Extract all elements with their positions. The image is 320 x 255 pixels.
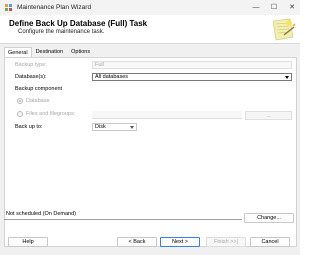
databases-dropdown[interactable]: All databases — [92, 73, 292, 81]
backup-type-value: Full — [95, 62, 104, 68]
database-radio[interactable] — [17, 98, 23, 104]
help-button[interactable]: Help — [8, 237, 48, 247]
wizard-illustration-icon — [272, 18, 296, 41]
schedule-text: Not scheduled (On Demand) — [6, 211, 77, 217]
next-button[interactable]: Next > — [160, 237, 200, 247]
chevron-down-icon[interactable] — [285, 76, 289, 79]
back-button[interactable]: < Back — [117, 237, 157, 247]
browse-files-button[interactable]: ... — [245, 111, 292, 120]
cancel-button[interactable]: Cancel — [250, 237, 290, 247]
backup-type-label: Backup type: — [15, 62, 47, 68]
tab-options[interactable]: Options — [67, 47, 94, 57]
window-title: Maintenance Plan Wizard — [17, 4, 92, 11]
window-titlebar: Maintenance Plan Wizard — ☐ ✕ — [0, 0, 300, 15]
close-icon[interactable]: ✕ — [288, 3, 296, 11]
window-controls: — ☐ ✕ — [252, 3, 296, 11]
maximize-icon[interactable]: ☐ — [270, 3, 278, 11]
app-icon — [5, 4, 13, 11]
back-up-to-label: Back up to: — [15, 124, 43, 130]
back-up-to-dropdown[interactable]: Disk — [92, 123, 137, 131]
files-radio[interactable] — [17, 111, 23, 117]
backup-type-field: Full — [92, 61, 292, 69]
page-subtitle: Configure the maintenance task. — [18, 29, 105, 35]
files-radio-label: Files and filegroups: — [26, 111, 76, 117]
backup-component-label: Backup component — [15, 86, 63, 92]
schedule-divider — [4, 219, 242, 220]
databases-value: All databases — [95, 74, 129, 80]
finish-button[interactable]: Finish >>| — [206, 237, 246, 247]
files-field — [92, 111, 242, 119]
page-title: Define Back Up Database (Full) Task — [9, 19, 148, 28]
databases-label: Database(s): — [15, 74, 47, 80]
wizard-body: General Destination Options Backup type:… — [0, 44, 300, 255]
tab-destination[interactable]: Destination — [32, 47, 68, 57]
back-up-to-value: Disk — [95, 124, 106, 130]
change-schedule-button[interactable]: Change... — [244, 213, 294, 223]
wizard-header: Define Back Up Database (Full) Task Conf… — [0, 15, 300, 44]
database-radio-label: Database — [26, 98, 50, 104]
minimize-icon[interactable]: — — [252, 3, 260, 11]
chevron-down-icon[interactable] — [130, 126, 134, 129]
